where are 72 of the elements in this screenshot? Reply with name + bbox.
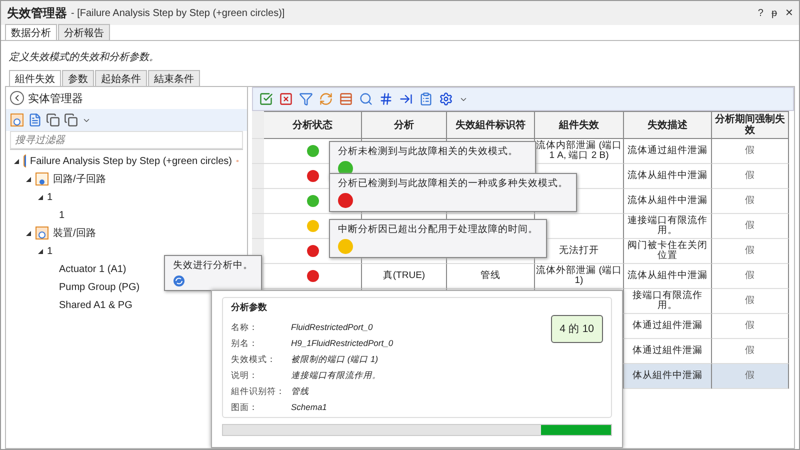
column-header[interactable]: 分析 [362,111,447,139]
table-cell: 无法打开 [535,239,624,264]
field-value: 管线 [291,386,310,398]
table-cell: 管线 [447,264,535,289]
tooltip-text: 失效进行分析中。 [173,259,253,272]
group-title: 分析参数 [231,301,268,314]
column-header[interactable]: 失效描述 [624,111,712,139]
tree-item[interactable]: 1 [47,246,53,256]
column-header[interactable]: 分析状态 [264,111,362,139]
tooltip-text: 分析已检测到与此故障相关的一种或多种失效模式。 [338,177,568,190]
tree-item[interactable]: 裝置/回路 [53,226,96,240]
table-cell: 假 [712,314,789,339]
tree-item[interactable]: Actuator 1 (A1) [59,264,126,274]
table-cell[interactable]: 流体从組件中泄漏 [624,264,712,289]
tree-item[interactable]: 1 [59,210,65,220]
tree-item[interactable]: Pump Group (PG) [59,282,140,292]
tab[interactable]: 数据分析 [5,24,57,40]
field-label: 说明： [231,370,259,382]
field-value: FluidRestrictedPort_0 [291,322,374,334]
tooltip-text: 分析未检测到与此故障相关的失效模式。 [338,145,519,158]
field-label: 組件识别符： [231,386,286,398]
column-header[interactable]: 組件失效 [535,111,624,139]
table-cell[interactable]: 接端口有限流作用。 [624,289,712,314]
table-cell: 假 [712,339,789,364]
table-cell: 假 [712,214,789,239]
field-value: H9_1FluidRestrictedPort_0 [291,338,394,350]
window-title: 失效管理器 [7,4,67,22]
table-cell[interactable]: 体从組件中泄漏 [624,364,712,389]
table-cell[interactable]: 流体从組件中泄漏 [624,164,712,189]
tree-item[interactable]: 1 [47,192,53,202]
window-control[interactable]: ✕ [785,7,793,19]
field-label: 名称： [231,322,259,334]
panel-title: 实体管理器 [28,92,83,106]
table-cell: 假 [712,164,789,189]
progress-counter: 4 的 10 [550,315,603,343]
tab[interactable]: 分析報告 [58,24,110,40]
tree-item[interactable]: 回路/子回路 [53,172,106,186]
description-text: 定义失效模式的失效和分析参数。 [9,50,159,64]
document-title: - [Failure Analysis Step by Step (+green circles)] [71,8,285,18]
field-label: 图面： [231,402,259,414]
table-cell[interactable]: 流体通过組件泄漏 [624,139,712,164]
field-label: 失效模式： [231,354,277,366]
table-cell[interactable]: 体通过組件泄漏 [624,314,712,339]
table-cell[interactable]: 連接端口有限流作用。 [624,214,712,239]
column-header[interactable]: 分析期间强制失效 [712,111,789,139]
tab[interactable]: 組件失效 [9,70,61,86]
table-cell: 假 [712,239,789,264]
column-header[interactable]: 失效組件标识符 [447,111,535,139]
tooltip-text: 中断分析因已超出分配用于处理故障的时间。 [338,223,538,236]
table-cell: 假 [712,139,789,164]
field-value: 連接端口有限流作用。 [291,370,382,382]
table-cell: 流体内部泄漏 (端口 1 A, 端口 2 B) [535,139,624,164]
tree-item[interactable]: Shared A1 & PG [59,300,132,310]
tree-item[interactable]: Failure Analysis Step by Step (+green circles) [30,156,232,166]
field-label: 别名： [231,338,259,350]
table-cell: 假 [712,264,789,289]
table-cell[interactable]: 体通过組件泄漏 [624,339,712,364]
table-cell[interactable]: 阀门被卡住在关闭位置 [624,239,712,264]
table-cell: 流体外部泄漏 (端口 1) [535,264,624,289]
table-cell: 真(TRUE) [362,264,447,289]
table-cell[interactable]: 流体从組件中泄漏 [624,189,712,214]
field-value: 被限制的端口 (端口 1) [291,354,380,366]
tab[interactable]: 起始条件 [95,70,147,86]
table-cell: 假 [712,364,789,389]
tab[interactable]: 結束条件 [148,70,200,86]
window-control[interactable]: ? [758,7,764,19]
search-field[interactable]: 搜寻过滤器 [10,131,243,149]
field-value: Schema1 [291,402,328,414]
table-cell: 假 [712,189,789,214]
table-cell: 假 [712,289,789,314]
tab[interactable]: 参数 [62,70,94,86]
window-control[interactable]: ᵽ [771,7,777,19]
